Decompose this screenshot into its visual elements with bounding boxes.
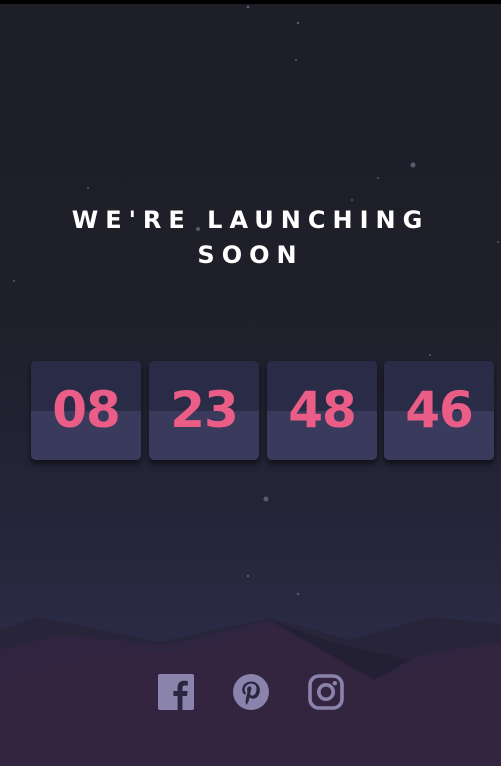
pinterest-link[interactable] [233,674,269,710]
countdown-seconds-value: 46 [405,381,474,439]
social-links [0,674,501,712]
countdown-timer: 08 23 48 46 [31,361,501,471]
pinterest-icon [233,674,269,710]
headline-line-2: SOON [197,241,304,269]
countdown-hours-card: 23 [149,361,259,460]
headline-line-1: WE'RE LAUNCHING [71,206,430,234]
facebook-icon [158,674,194,710]
countdown-days-value: 08 [52,381,121,439]
countdown-seconds-card: 46 [384,361,494,460]
launch-headline: WE'RE LAUNCHING SOON [0,203,501,273]
countdown-hours-value: 23 [170,381,239,439]
countdown-minutes-value: 48 [288,381,357,439]
instagram-link[interactable] [308,674,344,710]
facebook-link[interactable] [158,674,194,710]
countdown-days-card: 08 [31,361,141,460]
instagram-icon [308,674,344,710]
countdown-minutes-card: 48 [267,361,377,460]
